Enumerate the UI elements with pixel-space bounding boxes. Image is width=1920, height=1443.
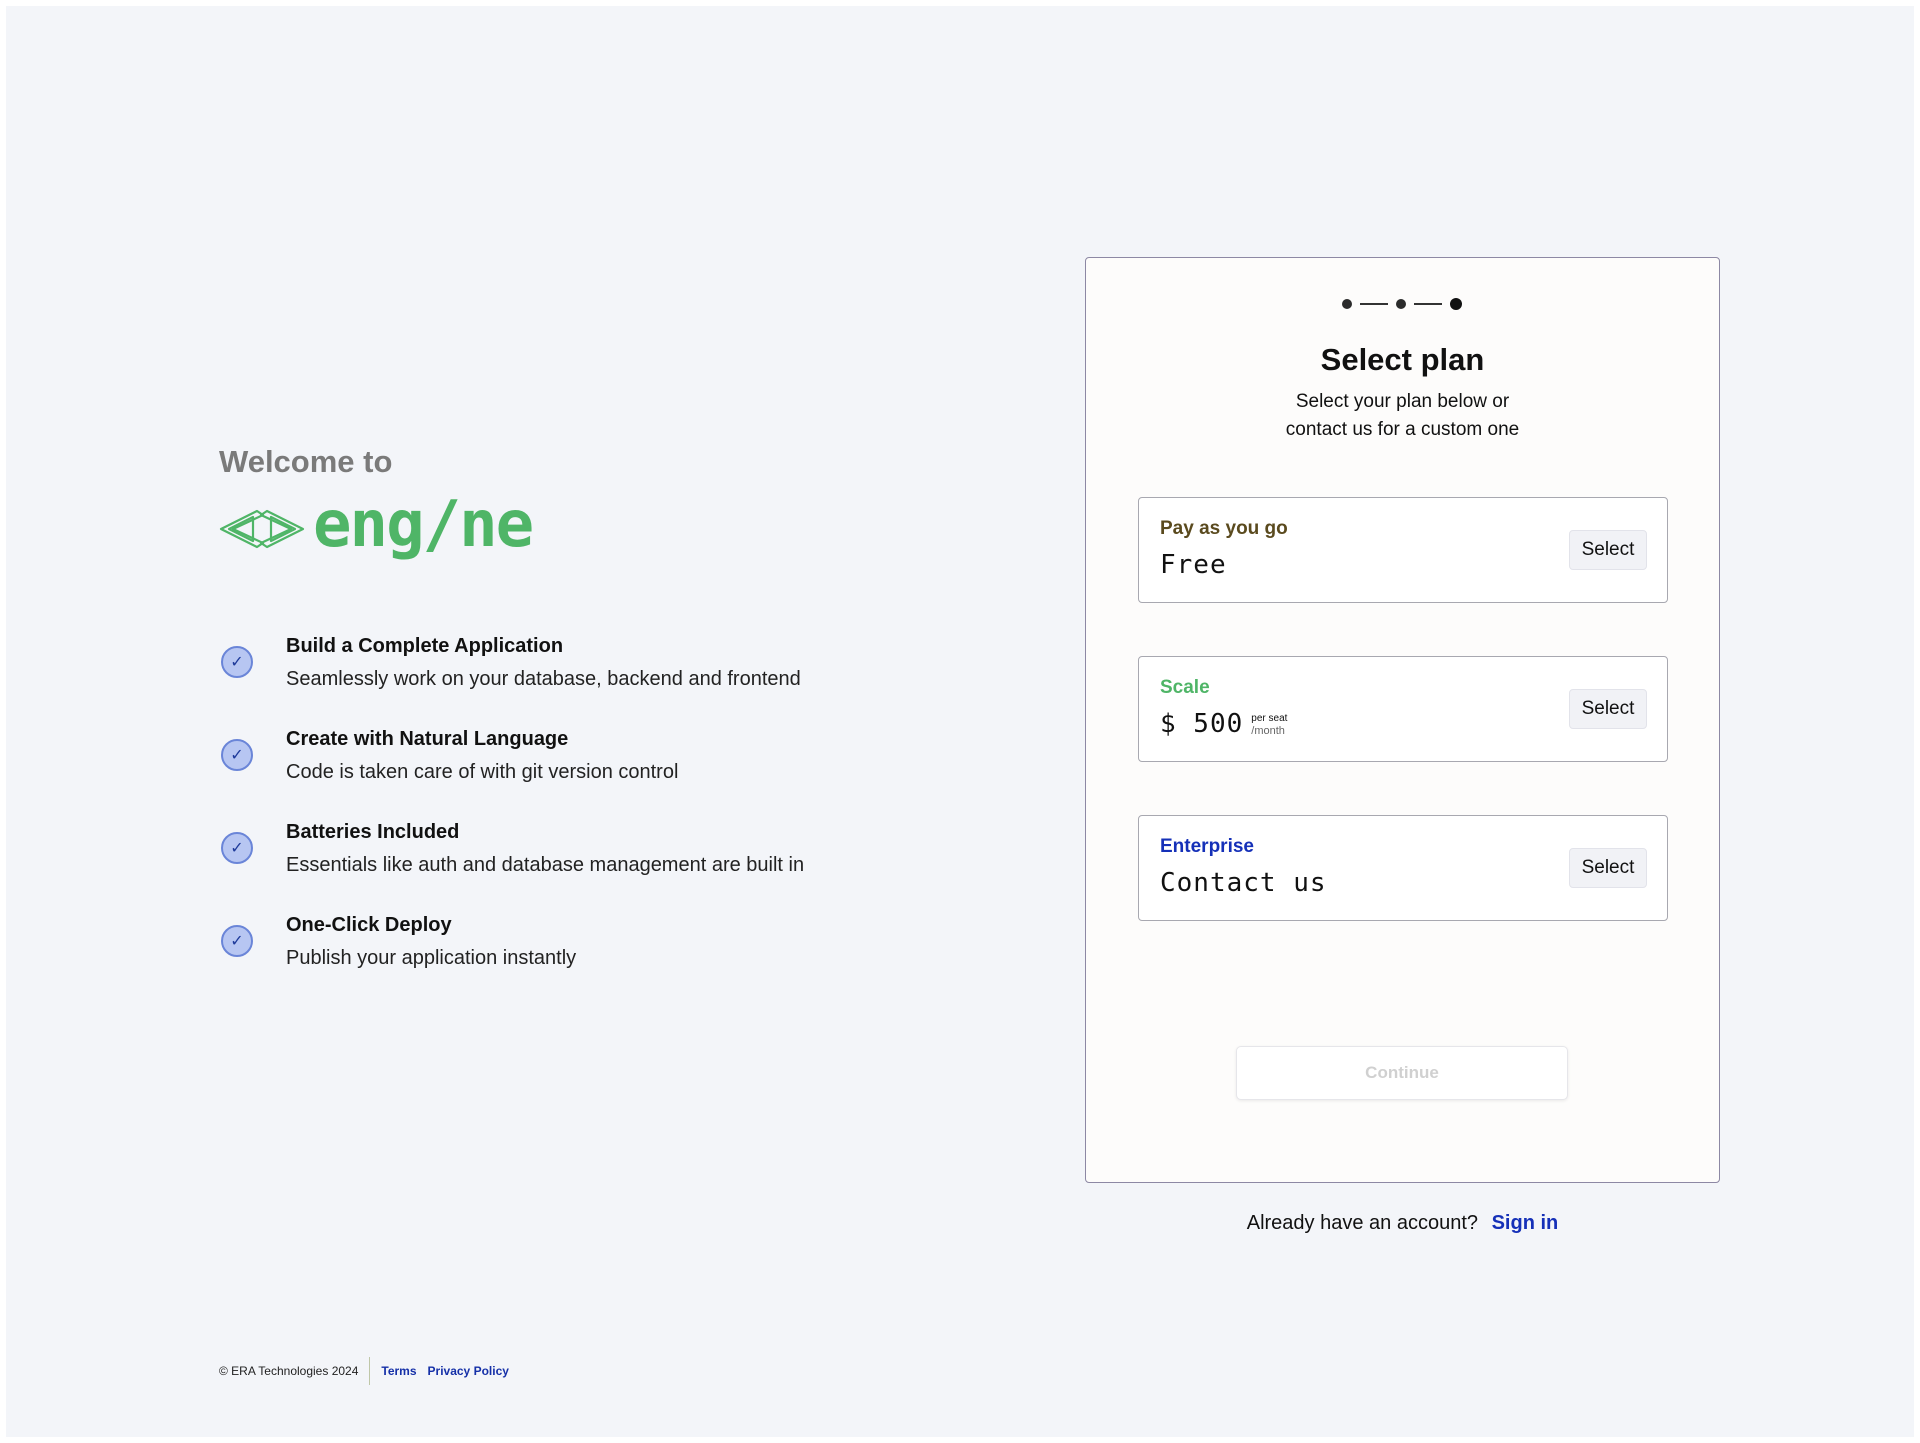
plan-price: Free <box>1160 550 1227 580</box>
feature-item: ✓ One-Click Deploy Publish your applicat… <box>219 909 939 1002</box>
step-connector <box>1360 303 1388 305</box>
footer: © ERA Technologies 2024 Terms Privacy Po… <box>219 1356 520 1386</box>
feature-title: One-Click Deploy <box>286 914 452 936</box>
check-icon: ✓ <box>221 739 253 771</box>
plan-option-enterprise[interactable]: Enterprise Contact us Select <box>1138 815 1668 921</box>
engine-logo: eng/ne <box>217 488 534 564</box>
feature-description: Code is taken care of with git version c… <box>286 761 679 783</box>
feature-description: Publish your application instantly <box>286 947 577 969</box>
check-icon: ✓ <box>221 925 253 957</box>
step-dot-active <box>1450 298 1462 310</box>
code-brackets-icon <box>219 509 305 549</box>
price-per-month: /month <box>1251 725 1285 737</box>
card-title: Select plan <box>1320 342 1485 377</box>
plan-price-value: $ 500 <box>1160 709 1244 739</box>
terms-link[interactable]: Terms <box>381 1364 416 1378</box>
feature-title: Build a Complete Application <box>286 635 564 657</box>
continue-button[interactable]: Continue <box>1236 1046 1568 1100</box>
check-icon: ✓ <box>221 832 253 864</box>
signin-prompt: Already have an account? Sign in <box>1085 1212 1720 1235</box>
feature-item: ✓ Build a Complete Application Seamlessl… <box>219 630 939 723</box>
step-dot <box>1342 299 1352 309</box>
price-meta: per seat /month <box>1251 713 1287 737</box>
footer-divider <box>369 1357 371 1385</box>
welcome-heading: Welcome to <box>219 444 393 479</box>
feature-description: Essentials like auth and database manage… <box>286 854 805 876</box>
feature-title: Batteries Included <box>286 821 460 843</box>
logo-wordmark: eng/ne <box>313 488 534 562</box>
privacy-policy-link[interactable]: Privacy Policy <box>428 1364 509 1378</box>
card-subtitle: Select your plan below or contact us for… <box>1086 388 1719 444</box>
select-plan-card: Select plan Select your plan below or co… <box>1085 257 1720 1183</box>
select-plan-button[interactable]: Select <box>1569 848 1647 888</box>
plan-name: Scale <box>1160 677 1210 698</box>
step-dot <box>1396 299 1406 309</box>
signin-prompt-text: Already have an account? <box>1246 1212 1479 1234</box>
check-icon: ✓ <box>221 646 253 678</box>
select-plan-button[interactable]: Select <box>1569 689 1647 729</box>
plan-price-value: Free <box>1160 550 1227 580</box>
price-per-seat: per seat <box>1251 713 1288 724</box>
feature-item: ✓ Batteries Included Essentials like aut… <box>219 816 939 909</box>
plan-price-value: Contact us <box>1160 868 1327 898</box>
copyright-text: © ERA Technologies 2024 <box>219 1364 359 1378</box>
plan-price: $ 500 per seat /month <box>1160 709 1287 739</box>
card-subtitle-line: contact us for a custom one <box>1285 419 1520 440</box>
plan-option-pay-as-you-go[interactable]: Pay as you go Free Select <box>1138 497 1668 603</box>
feature-list: ✓ Build a Complete Application Seamlessl… <box>219 630 939 1002</box>
feature-item: ✓ Create with Natural Language Code is t… <box>219 723 939 816</box>
step-connector <box>1414 303 1442 305</box>
plan-name: Enterprise <box>1160 836 1254 857</box>
sign-in-link[interactable]: Sign in <box>1492 1212 1559 1234</box>
feature-title: Create with Natural Language <box>286 728 569 750</box>
plan-price: Contact us <box>1160 868 1327 898</box>
step-indicator <box>1342 298 1462 310</box>
plan-option-scale[interactable]: Scale $ 500 per seat /month Select <box>1138 656 1668 762</box>
card-subtitle-line: Select your plan below or <box>1295 391 1510 412</box>
select-plan-button[interactable]: Select <box>1569 530 1647 570</box>
feature-description: Seamlessly work on your database, backen… <box>286 668 801 690</box>
plan-name: Pay as you go <box>1160 518 1288 539</box>
